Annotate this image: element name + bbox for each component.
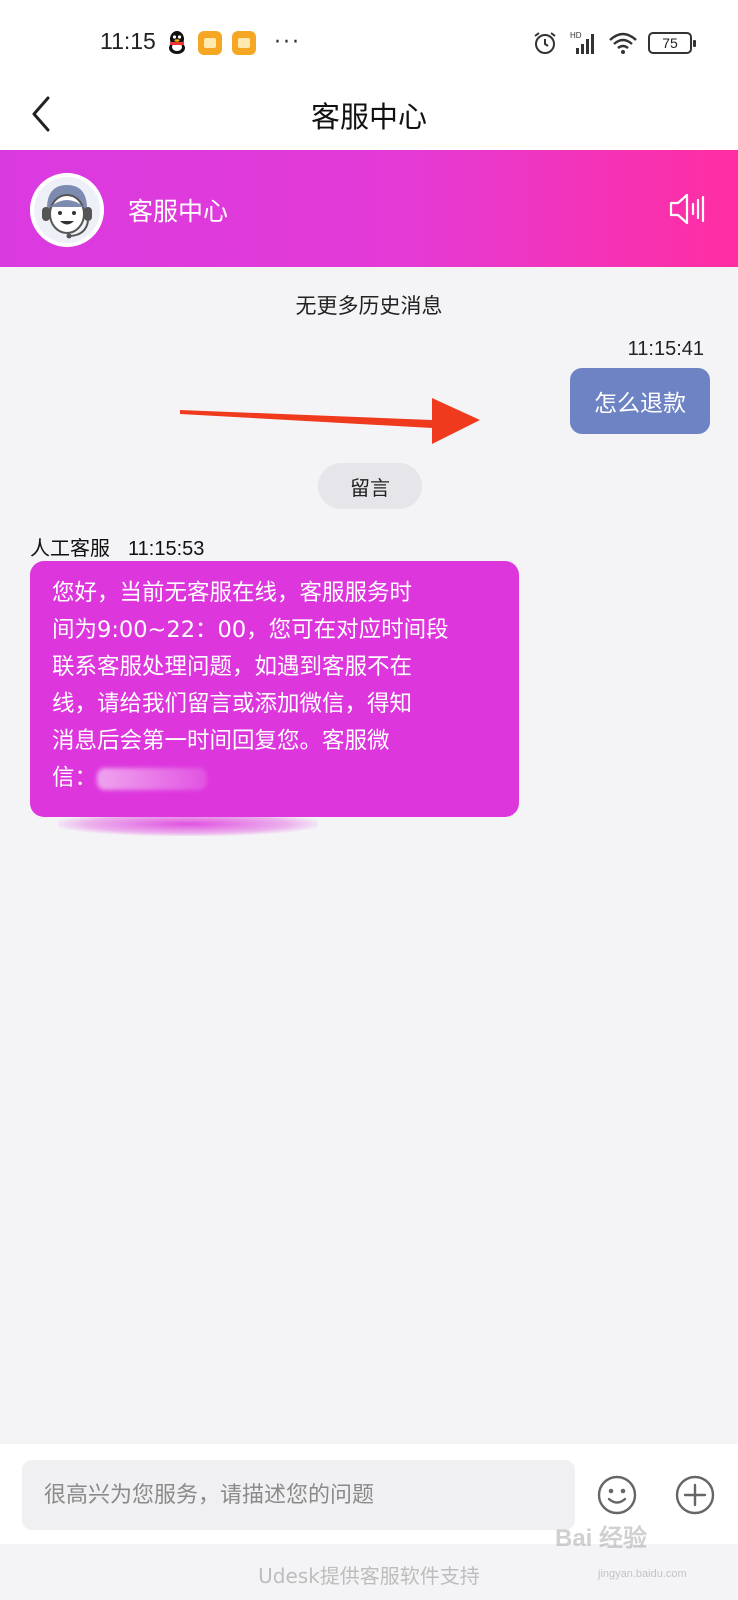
battery-level: 75 — [662, 35, 678, 51]
baidu-watermark: Bai 经验 — [555, 1525, 648, 1552]
signal-hd-label: HD — [570, 31, 582, 40]
agent-name: 客服中心 — [128, 197, 229, 226]
signal-icon: HD — [570, 31, 594, 54]
message-line: 信： — [52, 765, 98, 791]
more-notifications-icon: ··· — [274, 30, 301, 55]
incoming-message-time: 11:15:53 — [128, 538, 205, 560]
message-line-last: 信： — [52, 760, 501, 797]
speaker-icon[interactable] — [668, 192, 708, 226]
message-line: 消息后会第一时间回复您。客服微 — [52, 728, 390, 754]
history-note: 无更多历史消息 — [295, 294, 443, 318]
annotation-arrow — [180, 398, 480, 444]
battery-indicator: 75 — [648, 32, 696, 54]
outgoing-message-time: 11:15:41 — [627, 338, 704, 360]
status-bar: 11:15 ··· HD 75 — [0, 0, 738, 88]
baidu-watermark-url: jingyan.baidu.com — [598, 1568, 687, 1580]
qq-icon — [169, 31, 185, 54]
agent-avatar — [30, 173, 104, 247]
incoming-message-bubble[interactable]: 您好，当前无客服在线，客服服务时 间为9:00~22：00，您可在对应时间段 联… — [30, 561, 519, 817]
agent-header: 客服中心 — [0, 150, 738, 267]
outgoing-message-text: 怎么退款 — [594, 391, 686, 417]
message-line: 联系客服处理问题，如遇到客服不在 — [52, 654, 413, 680]
customer-service-agent-icon — [30, 173, 104, 247]
system-icons: HD 75 — [532, 30, 696, 56]
message-line: 线，请给我们留言或添加微信，得知 — [52, 691, 413, 717]
notification-icons: ··· — [166, 30, 301, 56]
status-time: 11:15 — [100, 28, 156, 54]
leave-message-button[interactable]: 留言 — [318, 463, 422, 509]
incoming-message-header: 人工客服 11:15:53 — [30, 532, 204, 561]
emoji-icon[interactable] — [596, 1474, 638, 1516]
app-notification-icon — [232, 31, 256, 55]
add-attachment-icon[interactable] — [674, 1474, 716, 1516]
redacted-wechat-id — [97, 767, 208, 790]
alarm-icon — [534, 32, 556, 54]
redaction-blur — [58, 812, 318, 836]
message-line: 间为9:00~22：00，您可在对应时间段 — [52, 617, 449, 643]
incoming-sender-name: 人工客服 — [30, 536, 110, 560]
wifi-icon — [609, 32, 637, 54]
message-line: 您好，当前无客服在线，客服服务时 — [52, 580, 413, 606]
app-notification-icon — [198, 31, 222, 55]
navigation-bar: 客服中心 — [0, 88, 738, 150]
outgoing-message-bubble[interactable]: 怎么退款 — [570, 368, 710, 434]
page-title: 客服中心 — [310, 100, 427, 134]
message-input[interactable] — [22, 1460, 575, 1530]
